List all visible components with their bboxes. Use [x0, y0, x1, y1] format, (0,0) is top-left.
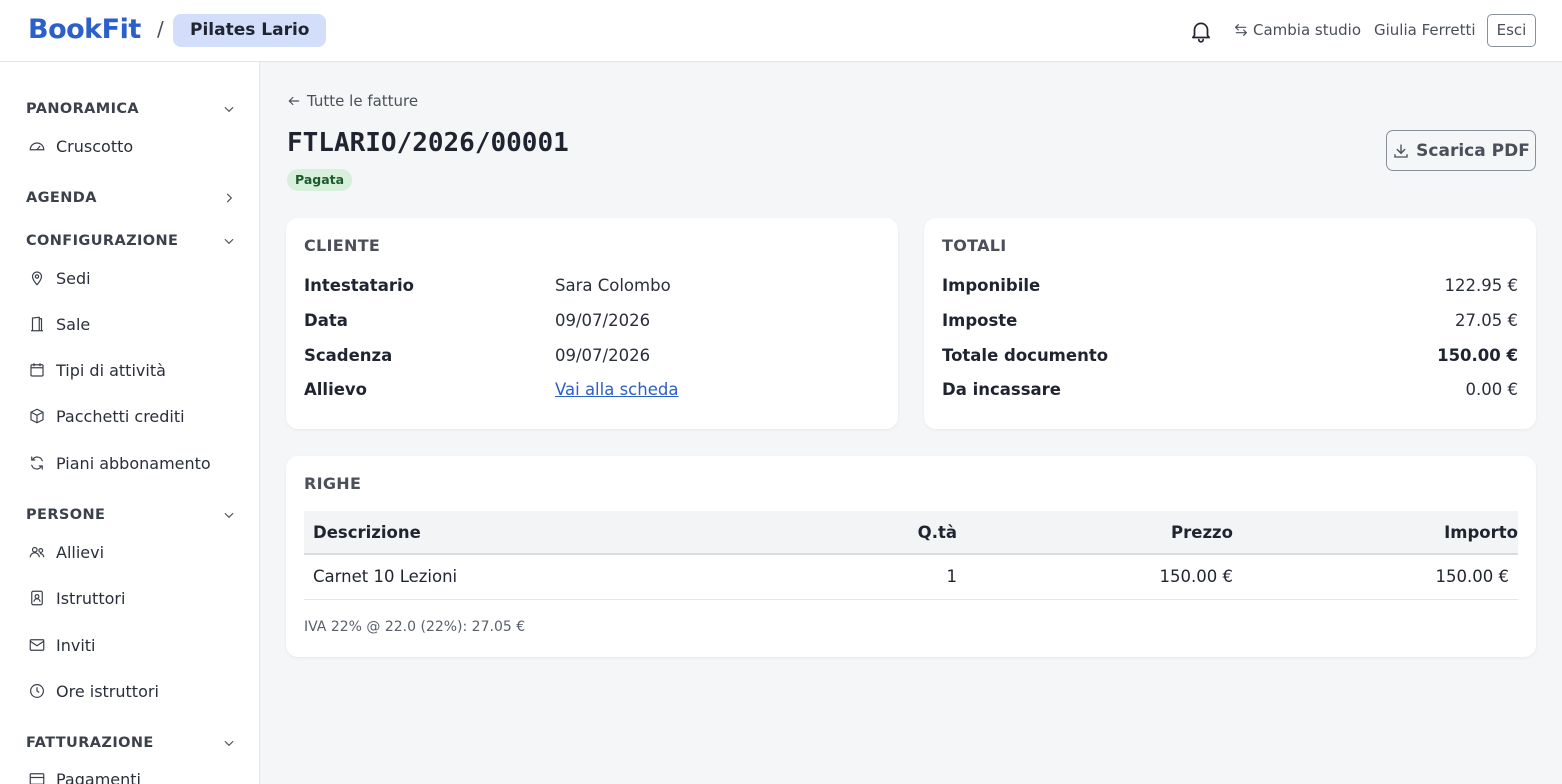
col-price: Prezzo: [1171, 523, 1233, 542]
sidebar-item-allievi[interactable]: Allievi: [28, 539, 248, 565]
sidebar-item-cruscotto[interactable]: Cruscotto: [28, 133, 248, 159]
section-persone[interactable]: PERSONE: [26, 503, 236, 527]
document-total-value: 150.00 €: [1437, 346, 1518, 365]
chevron-down-icon: [224, 106, 234, 113]
totals-label: Da incassare: [942, 380, 1061, 399]
col-amount: Importo: [1444, 523, 1518, 542]
sidebar-item-sedi[interactable]: Sedi: [28, 265, 248, 291]
card-icon: [29, 773, 45, 784]
taxes-value: 27.05 €: [1455, 311, 1518, 330]
gauge-icon: [29, 142, 45, 151]
section-fatturazione[interactable]: FATTURAZIONE: [26, 731, 236, 755]
chevron-down-icon: [224, 512, 234, 519]
clock-icon: [30, 684, 44, 698]
swap-icon: [1235, 24, 1247, 36]
breadcrumb-separator: /: [157, 17, 164, 41]
line-price: 150.00 €: [1159, 567, 1233, 586]
switch-studio-button[interactable]: Cambia studio: [1233, 21, 1361, 39]
student-profile-link[interactable]: Vai alla scheda: [555, 380, 678, 399]
chevron-right-icon: [226, 193, 233, 203]
client-label: Allievo: [304, 380, 368, 399]
totals-label: Totale documento: [942, 346, 1109, 365]
download-icon: [1394, 143, 1408, 158]
to-collect-value: 0.00 €: [1465, 380, 1518, 399]
col-quantity: Q.tà: [917, 523, 957, 542]
line-amount: 150.00 €: [1435, 567, 1509, 586]
invoice-number: FTLARIO/2026/00001: [287, 128, 569, 158]
logout-button[interactable]: Esci: [1487, 14, 1536, 47]
section-configurazione[interactable]: CONFIGURAZIONE: [26, 229, 236, 253]
sidebar: PANORAMICA Cruscotto AGENDA CONFIGURAZIO…: [0, 62, 260, 784]
app-logo[interactable]: BookFit: [28, 14, 141, 45]
due-date-value: 09/07/2026: [555, 346, 651, 365]
client-card: CLIENTE Intestatario Sara Colombo Data 0…: [286, 218, 898, 429]
sidebar-item-istruttori[interactable]: Istruttori: [28, 585, 248, 611]
col-description: Descrizione: [313, 523, 421, 542]
client-holder-value: Sara Colombo: [555, 276, 671, 295]
sidebar-item-sale[interactable]: Sale: [28, 311, 248, 337]
users-icon: [29, 546, 45, 558]
calendar-icon: [30, 363, 44, 377]
totals-label: Imposte: [942, 311, 1018, 330]
mail-icon: [29, 639, 45, 651]
totals-label: Imponibile: [942, 276, 1041, 295]
totals-heading: TOTALI: [942, 236, 1007, 255]
section-panoramica[interactable]: PANORAMICA: [26, 97, 236, 121]
package-icon: [30, 408, 44, 424]
chevron-down-icon: [224, 740, 234, 747]
sidebar-item-tipi-attivita[interactable]: Tipi di attività: [28, 357, 248, 383]
bell-icon[interactable]: [1188, 18, 1214, 44]
invoice-lines-card: RIGHE Descrizione Q.tà Prezzo Importo Ca…: [286, 456, 1536, 657]
door-icon: [31, 316, 43, 332]
client-label: Data: [304, 311, 348, 330]
line-quantity: 1: [946, 567, 958, 586]
chevron-down-icon: [224, 238, 234, 245]
client-label: Scadenza: [304, 346, 393, 365]
client-heading: CLIENTE: [304, 236, 381, 255]
line-description: Carnet 10 Lezioni: [313, 567, 458, 586]
refresh-icon: [31, 456, 43, 470]
table-row: Carnet 10 Lezioni 1 150.00 € 150.00 €: [304, 556, 1518, 600]
studio-name[interactable]: Pilates Lario: [173, 14, 327, 47]
client-label: Intestatario: [304, 276, 414, 295]
back-to-invoices-link[interactable]: Tutte le fatture: [287, 92, 418, 110]
badge-icon: [31, 590, 43, 606]
switch-studio-label: Cambia studio: [1253, 21, 1361, 39]
sidebar-item-pacchetti-crediti[interactable]: Pacchetti crediti: [28, 403, 248, 429]
sidebar-item-piani-abbonamento[interactable]: Piani abbonamento: [28, 450, 248, 476]
lines-heading: RIGHE: [304, 474, 362, 493]
download-pdf-button[interactable]: Scarica PDF: [1386, 130, 1536, 171]
top-bar: BookFit / Pilates Lario Cambia studio Gi…: [0, 0, 1562, 62]
user-name[interactable]: Giulia Ferretti: [1374, 21, 1476, 39]
status-badge: Pagata: [287, 169, 353, 191]
taxable-value: 122.95 €: [1444, 276, 1518, 295]
invoice-date-value: 09/07/2026: [555, 311, 651, 330]
lines-table-header: Descrizione Q.tà Prezzo Importo: [304, 511, 1518, 555]
section-agenda[interactable]: AGENDA: [26, 186, 236, 210]
sidebar-item-ore-istruttori[interactable]: Ore istruttori: [28, 678, 248, 704]
map-pin-icon: [31, 271, 43, 286]
sidebar-item-inviti[interactable]: Inviti: [28, 632, 248, 658]
sidebar-item-pagamenti[interactable]: Pagamenti: [28, 766, 248, 784]
totals-card: TOTALI Imponibile 122.95 € Imposte 27.05…: [924, 218, 1536, 429]
tax-note: IVA 22% @ 22.0 (22%): 27.05 €: [304, 619, 526, 635]
arrow-left-icon: [288, 96, 300, 106]
